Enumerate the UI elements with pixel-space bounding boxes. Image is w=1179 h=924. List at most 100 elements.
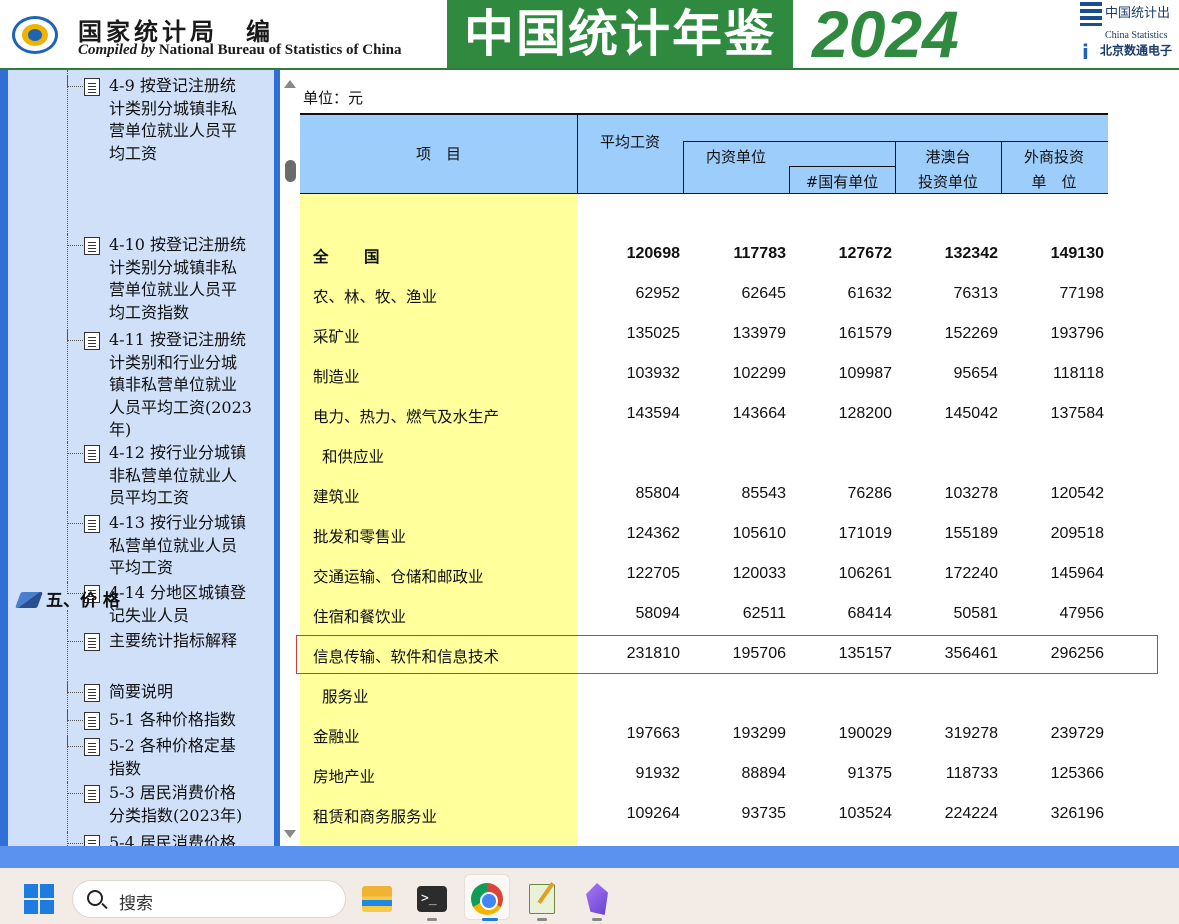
row-value: 133979 [732,325,786,342]
toc-item-line: 4-14 分地区城镇登 [109,583,247,602]
toc-item-line: 4-13 按行业分城镇 [109,513,247,532]
row-value: 50581 [953,605,999,622]
document-icon [84,237,100,255]
row-value: 62952 [635,285,681,302]
row-value: 47956 [1059,605,1105,622]
table-row: 农、林、牧、渔业 62952 62645 61632 76313 77198 [300,273,1108,313]
row-value: 62511 [742,605,786,622]
row-value: 91932 [635,765,681,782]
toc-item-line: 4-11 按登记注册统 [109,330,247,349]
chrome-icon[interactable] [471,883,503,915]
scroll-thumb[interactable] [285,160,296,182]
toc-item-line: 5-4 居民消费价格 [109,833,236,846]
toc-item-line: 4-9 按登记注册统 [109,76,236,95]
banner-year: 2024 [812,0,959,70]
toc-item-line: 主要统计指标解释 [109,631,238,650]
tree-connector [67,681,83,693]
content-scrollbar[interactable] [280,70,300,846]
table-row: 房地产业 91932 88894 91375 118733 125366 [300,753,1108,793]
obsidian-icon[interactable] [586,883,608,915]
toc-item-line: 4-10 按登记注册统 [109,235,247,254]
row-label: 电力、热力、燃气及水生产 [313,408,500,426]
row-label: 农、林、牧、渔业 [313,288,438,306]
row-value: 143594 [626,405,680,422]
row-label: 制造业 [313,368,360,386]
tree-connector [67,512,83,524]
wage-table: 项 目 平均工资 内资单位 #国有单位 港澳台 投资单位 外商投资 单 位 全 … [300,113,1110,846]
press-logo-icon [1080,2,1102,27]
toc-item-label: 4-10 按登记注册统 计类别分城镇非私 营单位就业人员平 均工资指数 [109,234,269,324]
unit-label: 单位：元 [303,89,364,107]
scroll-up-arrow-icon[interactable] [284,80,296,88]
file-explorer-icon[interactable] [362,886,392,912]
toc-item[interactable]: 4-11 按登记注册统 计类别和行业分城 镇非私营单位就业 人员平均工资(2023 年) [8,329,274,442]
toc-item[interactable]: 5-2 各种价格定基 指数 [8,735,274,780]
row-value: 128200 [838,405,892,422]
header-banner: 国家统计局 编 Compiled by National Bureau of S… [0,0,1179,70]
row-value: 120033 [732,565,786,582]
row-value: 85804 [635,485,681,502]
toc-item[interactable]: 5-1 各种价格指数 [8,709,274,732]
row-label: 住宿和餐饮业 [313,608,407,626]
row-value: 326196 [1050,805,1104,822]
row-value: 132342 [944,245,998,262]
toc-item[interactable]: 简要说明 [8,681,274,704]
windows-start-icon[interactable] [24,884,56,916]
scroll-down-arrow-icon[interactable] [284,830,296,838]
toc-item[interactable]: 5-4 居民消费价格指数 [8,832,274,846]
terminal-icon[interactable]: >_ [417,886,447,912]
document-icon [84,445,100,463]
notepad-icon[interactable] [529,884,555,914]
row-label: 租赁和商务服务业 [313,808,438,826]
row-value: 224224 [944,805,998,822]
search-icon [87,890,103,906]
row-value: 61632 [847,285,893,302]
search-placeholder: 搜索 [119,894,153,914]
row-value: 120542 [1050,485,1104,502]
toc-item-label: 5-1 各种价格指数 [109,709,269,732]
row-value: 172240 [944,565,998,582]
toc-item-line: 营单位就业人员平 [109,280,238,299]
tree-connector [67,75,83,87]
toc-item-line: 计类别分城镇非私 [109,98,238,118]
row-value: 193796 [1050,325,1104,342]
tree-connector [67,832,83,844]
header-domestic: 内资单位 [705,148,766,166]
taskbar-search-box[interactable]: 搜索 [72,880,346,918]
row-value: 106261 [838,565,892,582]
row-label: 建筑业 [313,488,360,506]
document-icon [84,684,100,702]
toc-item[interactable]: 4-12 按行业分城镇 非私营单位就业人 员平均工资 [8,442,274,510]
table-row: 采矿业 135025 133979 161579 152269 193796 [300,313,1108,353]
document-icon [84,78,100,96]
toc-item[interactable]: 4-13 按行业分城镇 私营单位就业人员 平均工资 [8,512,274,580]
toc-item[interactable]: 4-10 按登记注册统 计类别分城镇非私 营单位就业人员平 均工资指数 [8,234,274,324]
toc-item-line: 人员平均工资(2023 [109,397,252,417]
toc-section-prices[interactable]: 五、价 格 [15,586,120,611]
toc-item[interactable]: 主要统计指标解释 [8,630,274,653]
row-label: 批发和零售业 [313,528,407,546]
toc-item[interactable]: 5-3 居民消费价格 分类指数(2023年) [8,782,274,827]
tree-connector [67,329,83,341]
row-label: 采矿业 [313,328,360,346]
document-icon [84,712,100,730]
row-value: 143664 [732,405,786,422]
row-value: 149130 [1050,245,1104,262]
row-value: 127672 [838,245,892,262]
row-value: 135025 [626,325,680,342]
row-value: 58094 [635,605,681,622]
shutong-logo-icon: i [1082,40,1089,64]
toc-item-label: 4-12 按行业分城镇 非私营单位就业人 员平均工资 [109,442,269,510]
toc-item-label: 4-11 按登记注册统 计类别和行业分城 镇非私营单位就业 人员平均工资(2023 年) [109,329,269,442]
table-row: 电力、热力、燃气及水生产 143594 143664 128200 145042 1375… [300,393,1108,433]
section-label: 五、价 格 [46,591,120,611]
toc-item-line: 均工资 [109,143,158,163]
toc-item[interactable]: 4-9 按登记注册统 计类别分城镇非私 营单位就业人员平 均工资 [8,75,274,165]
header-item: 项 目 [415,145,461,163]
row-value: 120698 [626,245,680,262]
row-label: 和供应业 [322,448,385,466]
row-label: 房地产业 [313,768,376,786]
row-value: 77198 [1059,285,1105,302]
row-value: 118733 [945,765,998,782]
document-icon [84,785,100,803]
